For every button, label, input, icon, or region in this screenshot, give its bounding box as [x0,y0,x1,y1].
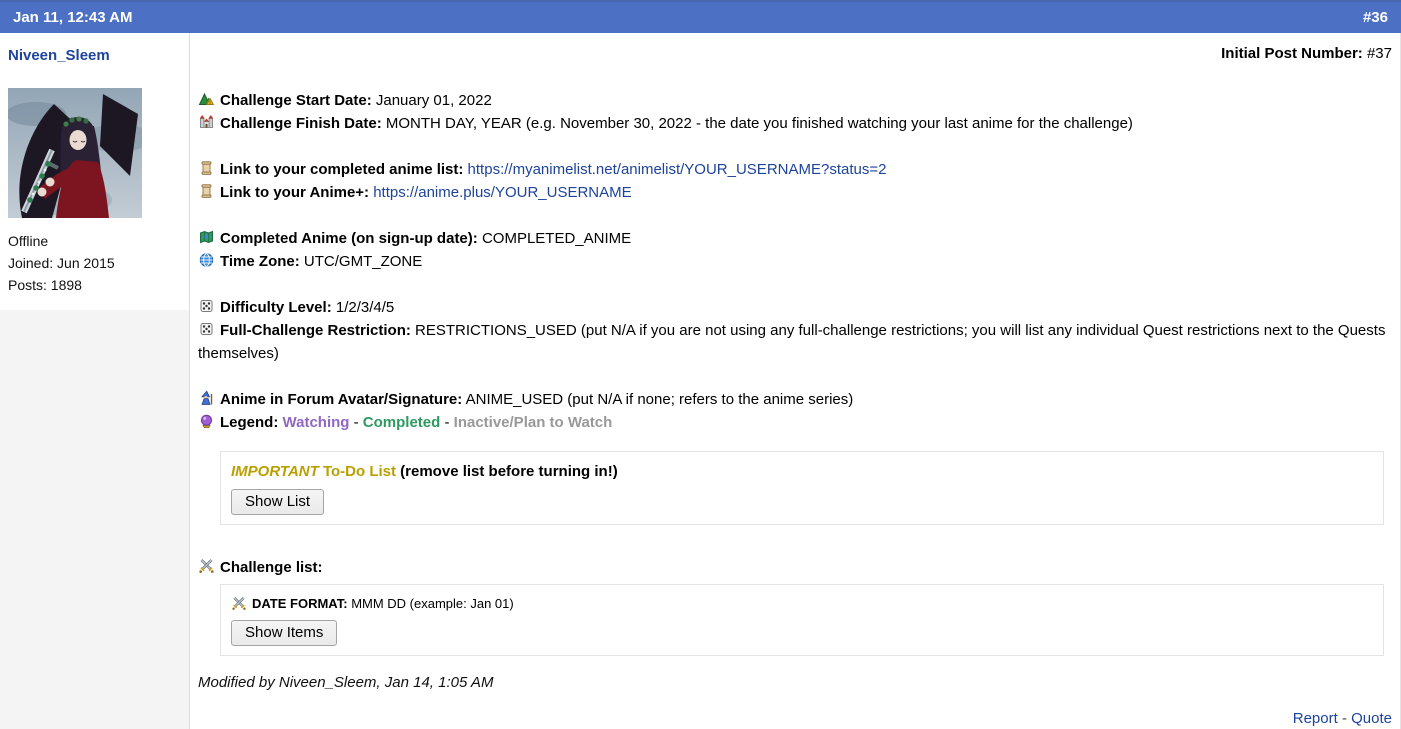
post-footer-links: Report - Quote [198,709,1392,729]
scroll-icon [198,183,215,199]
username-link[interactable]: Niveen_Sleem [8,46,181,66]
todo-spoiler-box: IMPORTANT To-Do List (remove list before… [220,451,1384,525]
challenge-start-value: January 01, 2022 [375,92,492,109]
camping-icon [198,91,215,107]
legend-inactive: Inactive/Plan to Watch [453,414,613,431]
todo-important: IMPORTANT [231,463,319,480]
post-body-row: Niveen_Sleem Offline Joined: Jun 2015 Po… [0,33,1401,729]
challenge-finish-label: Challenge Finish Date: [220,115,382,132]
challenge-finish-line: Challenge Finish Date: MONTH DAY, YEAR (… [198,112,1392,135]
restriction-line: Full-Challenge Restriction: RESTRICTIONS… [198,319,1392,365]
date-format-label: DATE FORMAT: [252,596,348,611]
todo-title: IMPORTANT To-Do List (remove list before… [231,461,1373,483]
crystal-ball-icon [198,413,215,429]
post-number: #36 [1362,9,1388,26]
legend-separator: - [349,414,363,431]
time-zone-line: Time Zone: UTC/GMT_ZONE [198,250,1392,273]
completed-anime-value: COMPLETED_ANIME [481,230,632,247]
time-zone-label: Time Zone: [220,253,300,270]
difficulty-line: Difficulty Level: 1/2/3/4/5 [198,296,1392,319]
wizard-icon [198,390,215,406]
post-header-bar: Jan 11, 12:43 AM #36 [0,0,1401,33]
user-avatar[interactable] [6,88,152,218]
scroll-icon [198,160,215,176]
footer-separator: - [1337,710,1352,727]
restriction-label: Full-Challenge Restriction: [220,322,411,339]
user-avatar-image [6,88,152,218]
globe-icon [198,252,215,268]
avatar-signature-line: Anime in Forum Avatar/Signature: ANIME_U… [198,388,1392,411]
avatar-signature-value: ANIME_USED (put N/A if none; refers to t… [465,391,854,408]
anime-plus-url-link[interactable]: https://anime.plus/YOUR_USERNAME [373,184,631,201]
forum-post: Jan 11, 12:43 AM #36 Niveen_Sleem Offlin… [0,0,1401,729]
legend-line: Legend: Watching - Completed - Inactive/… [198,411,1392,434]
quote-link[interactable]: Quote [1351,710,1392,727]
difficulty-group: Difficulty Level: 1/2/3/4/5 Full-Challen… [198,296,1392,365]
anime-list-link-line: Link to your completed anime list: https… [198,158,1392,181]
initial-post-value: #37 [1366,45,1392,62]
legend-separator: - [440,414,454,431]
post-content: Initial Post Number: #37 Challenge Start… [190,33,1400,729]
challenge-list-heading: Challenge list: [198,557,1392,579]
user-joined: Joined: Jun 2015 [8,255,115,271]
todo-list-title: To-Do List [322,463,396,480]
avatar-legend-group: Anime in Forum Avatar/Signature: ANIME_U… [198,388,1392,434]
user-post-count: Posts: 1898 [8,277,82,293]
castle-icon [198,114,215,130]
challenge-start-label: Challenge Start Date: [220,92,372,109]
difficulty-label: Difficulty Level: [220,299,332,316]
completed-anime-line: Completed Anime (on sign-up date): COMPL… [198,227,1392,250]
date-format-value: MMM DD (example: Jan 01) [351,596,514,611]
modified-by-line: Modified by Niveen_Sleem, Jan 14, 1:05 A… [198,674,494,691]
difficulty-value: 1/2/3/4/5 [335,299,395,316]
user-status: Offline [8,233,49,249]
user-info-cell: Niveen_Sleem Offline Joined: Jun 2015 Po… [0,33,189,296]
avatar-signature-label: Anime in Forum Avatar/Signature: [220,391,463,408]
report-link[interactable]: Report [1293,710,1338,727]
anime-list-link-label: Link to your completed anime list: [220,161,464,178]
dice-icon [198,321,215,337]
user-sidebar: Niveen_Sleem Offline Joined: Jun 2015 Po… [0,33,190,729]
show-list-button[interactable]: Show List [231,489,325,515]
anime-plus-link-label: Link to your Anime+: [220,184,370,201]
post-timestamp: Jan 11, 12:43 AM [13,9,133,26]
challenge-items-spoiler-box: DATE FORMAT: MMM DD (example: Jan 01) Sh… [220,584,1384,656]
challenge-start-line: Challenge Start Date: January 01, 2022 [198,89,1392,112]
signup-group: Completed Anime (on sign-up date): COMPL… [198,227,1392,273]
legend-label: Legend: [220,414,279,431]
anime-plus-link-line: Link to your Anime+: https://anime.plus/… [198,181,1392,204]
legend-watching: Watching [282,414,350,431]
user-meta: Offline Joined: Jun 2015 Posts: 1898 [8,230,181,296]
crossed-swords-icon [198,558,215,574]
post-text-area: Challenge Start Date: January 01, 2022 C… [198,89,1392,729]
map-icon [198,229,215,245]
dates-group: Challenge Start Date: January 01, 2022 C… [198,89,1392,135]
sidebar-filler [0,310,189,729]
challenge-list-label: Challenge list: [220,559,323,576]
crossed-swords-icon [231,596,247,611]
initial-post-number: Initial Post Number: #37 [198,45,1392,63]
show-items-button[interactable]: Show Items [231,620,338,646]
time-zone-value: UTC/GMT_ZONE [303,253,423,270]
anime-list-url-link[interactable]: https://myanimelist.net/animelist/YOUR_U… [468,161,887,178]
initial-post-label: Initial Post Number: [1221,45,1363,62]
date-format-line: DATE FORMAT: MMM DD (example: Jan 01) [231,594,1373,614]
dice-icon [198,298,215,314]
links-group: Link to your completed anime list: https… [198,158,1392,204]
legend-completed: Completed [362,414,441,431]
challenge-finish-value: MONTH DAY, YEAR (e.g. November 30, 2022 … [385,115,1133,132]
todo-note: (remove list before turning in!) [400,463,618,480]
completed-anime-label: Completed Anime (on sign-up date): [220,230,478,247]
